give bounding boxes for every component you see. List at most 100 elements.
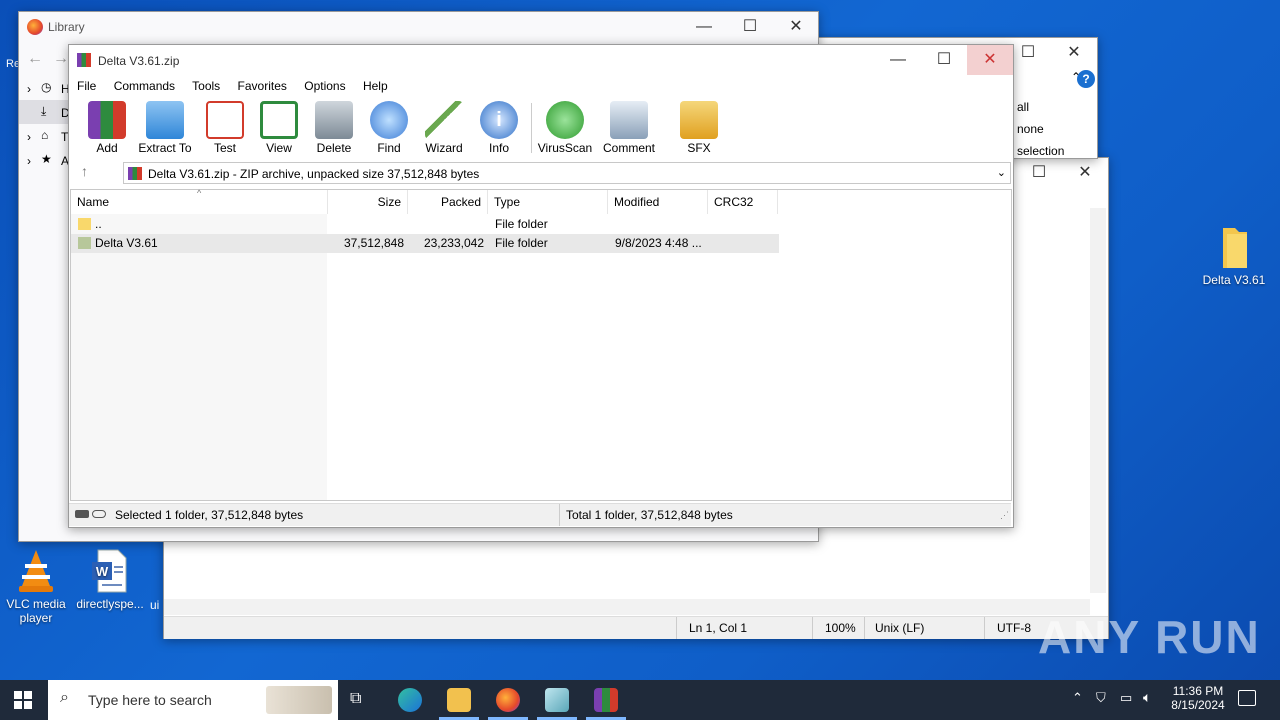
forward-arrow-icon[interactable]: →	[53, 50, 69, 68]
address-bar[interactable]: Delta V3.61.zip - ZIP archive, unpacked …	[123, 162, 1011, 184]
status-divider	[559, 504, 560, 526]
up-arrow-icon[interactable]: ↑	[81, 163, 88, 179]
search-icon: ⌕	[60, 689, 69, 706]
menu-bar: File Commands Tools Favorites Options He…	[77, 79, 402, 93]
folder-up-icon	[78, 218, 91, 230]
column-header-packed[interactable]: Packed	[408, 190, 488, 214]
column-header-modified[interactable]: Modified	[608, 190, 708, 214]
notification-icon[interactable]	[1238, 690, 1256, 706]
minimize-button[interactable]: —	[681, 12, 727, 42]
folder-icon	[78, 237, 91, 249]
resize-grip-icon[interactable]: ⋰	[1000, 510, 1009, 521]
winrar-window[interactable]: Delta V3.61.zip — ☐ ✕ File Commands Tool…	[68, 44, 1014, 528]
notepad-statusbar: Ln 1, Col 1 100% Unix (LF) UTF-8	[164, 616, 1108, 639]
help-icon[interactable]: ?	[1077, 70, 1095, 88]
cursor-position: Ln 1, Col 1	[676, 617, 747, 639]
comment-icon	[610, 101, 648, 139]
toolbar-sfx-button[interactable]: SFX	[671, 101, 727, 155]
toolbar-find-button[interactable]: Find	[361, 101, 417, 155]
star-icon: ★	[41, 152, 52, 166]
file-list[interactable]: Name ^ Size Packed Type Modified CRC32 .…	[70, 188, 1012, 501]
table-row[interactable]: Delta V3.61 37,512,848 23,233,042 File f…	[71, 234, 779, 253]
table-row[interactable]: .. File folder	[71, 215, 779, 234]
maximize-button[interactable]: ☐	[727, 12, 773, 42]
menu-file[interactable]: File	[77, 79, 96, 93]
desktop-icon-label: VLC media player	[6, 597, 66, 625]
minimize-button[interactable]: —	[875, 45, 921, 75]
toolbar-delete-button[interactable]: Delete	[306, 101, 362, 155]
edge-browser-icon[interactable]	[398, 688, 422, 712]
column-header-crc32[interactable]: CRC32	[708, 190, 778, 214]
sort-indicator-icon: ^	[197, 188, 202, 198]
drive-icon	[75, 510, 89, 518]
close-button[interactable]: ✕	[773, 12, 819, 42]
security-shield-icon[interactable]: ⛉	[1096, 690, 1106, 706]
toolbar-comment-button[interactable]: Comment	[601, 101, 657, 155]
maximize-button[interactable]: ☐	[921, 45, 967, 75]
invert-selection-option[interactable]: selection	[1017, 144, 1064, 158]
toolbar-wizard-button[interactable]: Wizard	[416, 101, 472, 155]
svg-text:W: W	[96, 564, 109, 579]
back-arrow-icon[interactable]: ←	[27, 50, 43, 68]
close-button[interactable]: ✕	[1062, 158, 1108, 188]
expand-chevron-icon[interactable]: ›	[27, 82, 31, 96]
menu-commands[interactable]: Commands	[114, 79, 175, 93]
firefox-logo-icon	[27, 19, 43, 35]
library-sidebar: › ◷ H ⤓ D › ⌂ T › ★ A	[19, 74, 71, 534]
row-size: 37,512,848	[343, 236, 404, 250]
row-type: File folder	[495, 236, 548, 250]
column-header-row: Name ^ Size Packed Type Modified CRC32	[71, 188, 779, 214]
menu-tools[interactable]: Tools	[192, 79, 220, 93]
add-archive-icon	[88, 101, 126, 139]
expand-chevron-icon[interactable]: ›	[27, 154, 31, 168]
network-icon[interactable]: ▭	[1120, 690, 1132, 706]
toolbar-info-button[interactable]: i Info	[471, 101, 527, 155]
search-placeholder: Type here to search	[88, 692, 212, 708]
taskbar-search-box[interactable]: ⌕ Type here to search	[48, 680, 338, 720]
menu-favorites[interactable]: Favorites	[238, 79, 287, 93]
toolbar-separator	[531, 103, 532, 153]
window-title: Library	[48, 20, 85, 34]
toolbar-virusscan-button[interactable]: VirusScan	[537, 101, 593, 155]
column-header-size[interactable]: Size	[328, 190, 408, 214]
horizontal-scrollbar[interactable]	[164, 599, 1090, 615]
sfx-box-icon	[680, 101, 718, 139]
column-header-type[interactable]: Type	[488, 190, 608, 214]
firefox-icon[interactable]	[496, 688, 520, 712]
close-button[interactable]: ✕	[1051, 38, 1097, 68]
clock-date: 8/15/2024	[1171, 698, 1225, 712]
find-magnifier-icon	[370, 101, 408, 139]
desktop-icon-vlc[interactable]: VLC media player	[0, 548, 72, 625]
winrar-taskbar-icon[interactable]	[594, 688, 618, 712]
menu-help[interactable]: Help	[363, 79, 388, 93]
close-button[interactable]: ✕	[967, 45, 1013, 75]
chevron-up-icon[interactable]: ⌃	[1072, 690, 1083, 706]
select-none-option[interactable]: none	[1017, 122, 1044, 136]
toolbar-extract-button[interactable]: Extract To	[137, 101, 193, 155]
toolbar-view-button[interactable]: View	[251, 101, 307, 155]
file-explorer-icon[interactable]	[447, 688, 471, 712]
extract-folder-icon	[146, 101, 184, 139]
clock-time: 11:36 PM	[1172, 684, 1224, 698]
toolbar-test-button[interactable]: Test	[197, 101, 253, 155]
chevron-down-icon[interactable]: ⌄	[997, 166, 1006, 179]
clock[interactable]: 11:36 PM 8/15/2024	[1168, 684, 1228, 712]
address-path: Delta V3.61.zip - ZIP archive, unpacked …	[148, 167, 480, 181]
menu-options[interactable]: Options	[304, 79, 345, 93]
vertical-scrollbar[interactable]	[1090, 208, 1106, 593]
volume-icon[interactable]: 🔈︎	[1143, 689, 1151, 706]
select-all-option[interactable]: all	[1017, 100, 1029, 114]
maximize-button[interactable]: ☐	[1016, 158, 1062, 188]
windows-start-icon[interactable]	[14, 691, 32, 709]
toolbar-add-button[interactable]: Add	[79, 101, 135, 155]
desktop-icon-delta-folder[interactable]: Delta V3.61	[1198, 226, 1270, 287]
desktop-icon-label-partial: ui	[150, 598, 160, 612]
vlc-cone-icon	[19, 550, 53, 592]
folder-icon	[1223, 228, 1247, 268]
expand-chevron-icon[interactable]: ›	[27, 130, 31, 144]
notepad-icon[interactable]	[545, 688, 569, 712]
key-icon	[92, 510, 106, 518]
desktop-icon-word-doc[interactable]: W directlyspe...	[74, 548, 146, 611]
history-clock-icon: ◷	[41, 80, 52, 94]
task-view-icon[interactable]: ⧉	[350, 690, 361, 708]
